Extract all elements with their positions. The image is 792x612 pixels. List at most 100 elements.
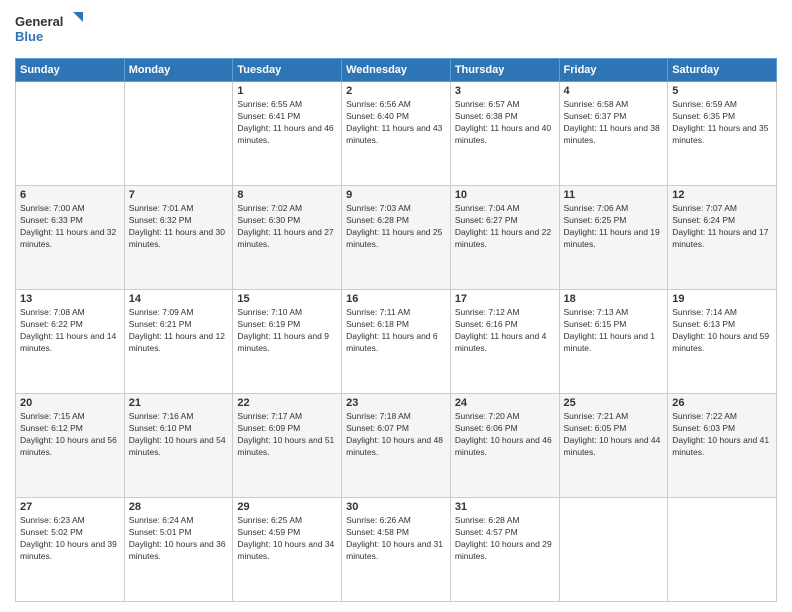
day-number: 11 bbox=[564, 189, 664, 201]
calendar-cell: 30Sunrise: 6:26 AM Sunset: 4:58 PM Dayli… bbox=[342, 498, 451, 602]
day-of-week-header: Wednesday bbox=[342, 59, 451, 82]
calendar-cell: 19 Sunrise: 7:14 AM Sunset: 6:13 PM Dayli… bbox=[668, 290, 777, 394]
day-of-week-header: Sunday bbox=[16, 59, 125, 82]
day-number: 28 bbox=[129, 501, 229, 513]
header: General Blue bbox=[15, 10, 777, 50]
day-number: 14 bbox=[129, 293, 229, 305]
day-of-week-header: Thursday bbox=[450, 59, 559, 82]
day-number: 7 bbox=[129, 189, 229, 201]
day-number: 9 bbox=[346, 189, 446, 201]
day-number: 13 bbox=[20, 293, 120, 305]
calendar-week-row: 6Sunrise: 7:00 AM Sunset: 6:33 PM Daylig… bbox=[16, 186, 777, 290]
day-info: Sunrise: 7:21 AM Sunset: 6:05 PM Dayligh… bbox=[564, 411, 664, 459]
calendar-cell: 27Sunrise: 6:23 AM Sunset: 5:02 PM Dayli… bbox=[16, 498, 125, 602]
day-number: 27 bbox=[20, 501, 120, 513]
day-number: 21 bbox=[129, 397, 229, 409]
day-info: Sunrise: 7:01 AM Sunset: 6:32 PM Dayligh… bbox=[129, 203, 229, 251]
calendar-table: SundayMondayTuesdayWednesdayThursdayFrid… bbox=[15, 58, 777, 602]
calendar-cell bbox=[124, 82, 233, 186]
day-info: Sunrise: 6:58 AM Sunset: 6:37 PM Dayligh… bbox=[564, 99, 664, 147]
day-number: 30 bbox=[346, 501, 446, 513]
day-info: Sunrise: 6:28 AM Sunset: 4:57 PM Dayligh… bbox=[455, 515, 555, 563]
day-info: Sunrise: 7:12 AM Sunset: 6:16 PM Dayligh… bbox=[455, 307, 555, 355]
day-number: 6 bbox=[20, 189, 120, 201]
day-number: 5 bbox=[672, 85, 772, 97]
svg-text:Blue: Blue bbox=[15, 29, 43, 44]
day-info: Sunrise: 7:22 AM Sunset: 6:03 PM Dayligh… bbox=[672, 411, 772, 459]
day-info: Sunrise: 6:25 AM Sunset: 4:59 PM Dayligh… bbox=[237, 515, 337, 563]
calendar-cell: 8Sunrise: 7:02 AM Sunset: 6:30 PM Daylig… bbox=[233, 186, 342, 290]
day-number: 26 bbox=[672, 397, 772, 409]
calendar-cell: 17 Sunrise: 7:12 AM Sunset: 6:16 PM Dayli… bbox=[450, 290, 559, 394]
calendar-cell: 5Sunrise: 6:59 AM Sunset: 6:35 PM Daylig… bbox=[668, 82, 777, 186]
day-info: Sunrise: 7:02 AM Sunset: 6:30 PM Dayligh… bbox=[237, 203, 337, 251]
day-number: 17 bbox=[455, 293, 555, 305]
calendar-cell: 20Sunrise: 7:15 AM Sunset: 6:12 PM Dayli… bbox=[16, 394, 125, 498]
day-number: 29 bbox=[237, 501, 337, 513]
calendar-cell: 21 Sunrise: 7:16 AM Sunset: 6:10 PM Dayli… bbox=[124, 394, 233, 498]
day-number: 2 bbox=[346, 85, 446, 97]
day-number: 15 bbox=[237, 293, 337, 305]
calendar-cell: 9Sunrise: 7:03 AM Sunset: 6:28 PM Daylig… bbox=[342, 186, 451, 290]
day-info: Sunrise: 7:17 AM Sunset: 6:09 PM Dayligh… bbox=[237, 411, 337, 459]
calendar-cell: 31 Sunrise: 6:28 AM Sunset: 4:57 PM Dayli… bbox=[450, 498, 559, 602]
day-number: 19 bbox=[672, 293, 772, 305]
logo: General Blue bbox=[15, 10, 85, 50]
day-info: Sunrise: 7:10 AM Sunset: 6:19 PM Dayligh… bbox=[237, 307, 337, 355]
day-number: 22 bbox=[237, 397, 337, 409]
calendar-header-row: SundayMondayTuesdayWednesdayThursdayFrid… bbox=[16, 59, 777, 82]
calendar-week-row: 1Sunrise: 6:55 AM Sunset: 6:41 PM Daylig… bbox=[16, 82, 777, 186]
day-info: Sunrise: 7:14 AM Sunset: 6:13 PM Dayligh… bbox=[672, 307, 772, 355]
calendar-cell: 13 Sunrise: 7:08 AM Sunset: 6:22 PM Dayli… bbox=[16, 290, 125, 394]
calendar-week-row: 20Sunrise: 7:15 AM Sunset: 6:12 PM Dayli… bbox=[16, 394, 777, 498]
day-info: Sunrise: 6:24 AM Sunset: 5:01 PM Dayligh… bbox=[129, 515, 229, 563]
day-of-week-header: Tuesday bbox=[233, 59, 342, 82]
day-info: Sunrise: 7:09 AM Sunset: 6:21 PM Dayligh… bbox=[129, 307, 229, 355]
calendar-cell bbox=[559, 498, 668, 602]
calendar-cell: 18 Sunrise: 7:13 AM Sunset: 6:15 PM Dayli… bbox=[559, 290, 668, 394]
calendar-cell: 24 Sunrise: 7:20 AM Sunset: 6:06 PM Dayli… bbox=[450, 394, 559, 498]
calendar-cell bbox=[668, 498, 777, 602]
day-info: Sunrise: 7:08 AM Sunset: 6:22 PM Dayligh… bbox=[20, 307, 120, 355]
calendar-cell: 16Sunrise: 7:11 AM Sunset: 6:18 PM Dayli… bbox=[342, 290, 451, 394]
calendar-week-row: 13 Sunrise: 7:08 AM Sunset: 6:22 PM Dayli… bbox=[16, 290, 777, 394]
day-of-week-header: Saturday bbox=[668, 59, 777, 82]
calendar-cell: 12 Sunrise: 7:07 AM Sunset: 6:24 PM Dayli… bbox=[668, 186, 777, 290]
calendar-cell: 6Sunrise: 7:00 AM Sunset: 6:33 PM Daylig… bbox=[16, 186, 125, 290]
calendar-cell: 3 Sunrise: 6:57 AM Sunset: 6:38 PM Daylig… bbox=[450, 82, 559, 186]
day-number: 23 bbox=[346, 397, 446, 409]
calendar-cell: 7 Sunrise: 7:01 AM Sunset: 6:32 PM Daylig… bbox=[124, 186, 233, 290]
day-info: Sunrise: 7:20 AM Sunset: 6:06 PM Dayligh… bbox=[455, 411, 555, 459]
day-number: 25 bbox=[564, 397, 664, 409]
day-number: 18 bbox=[564, 293, 664, 305]
day-info: Sunrise: 7:16 AM Sunset: 6:10 PM Dayligh… bbox=[129, 411, 229, 459]
calendar-cell: 14 Sunrise: 7:09 AM Sunset: 6:21 PM Dayli… bbox=[124, 290, 233, 394]
day-number: 12 bbox=[672, 189, 772, 201]
calendar-cell: 15 Sunrise: 7:10 AM Sunset: 6:19 PM Dayli… bbox=[233, 290, 342, 394]
calendar-cell: 22 Sunrise: 7:17 AM Sunset: 6:09 PM Dayli… bbox=[233, 394, 342, 498]
calendar-cell: 28 Sunrise: 6:24 AM Sunset: 5:01 PM Dayli… bbox=[124, 498, 233, 602]
day-of-week-header: Friday bbox=[559, 59, 668, 82]
day-info: Sunrise: 7:13 AM Sunset: 6:15 PM Dayligh… bbox=[564, 307, 664, 355]
calendar-cell: 25 Sunrise: 7:21 AM Sunset: 6:05 PM Dayli… bbox=[559, 394, 668, 498]
calendar-cell: 1Sunrise: 6:55 AM Sunset: 6:41 PM Daylig… bbox=[233, 82, 342, 186]
day-info: Sunrise: 7:07 AM Sunset: 6:24 PM Dayligh… bbox=[672, 203, 772, 251]
day-number: 24 bbox=[455, 397, 555, 409]
day-number: 16 bbox=[346, 293, 446, 305]
day-info: Sunrise: 7:04 AM Sunset: 6:27 PM Dayligh… bbox=[455, 203, 555, 251]
day-number: 10 bbox=[455, 189, 555, 201]
day-info: Sunrise: 6:56 AM Sunset: 6:40 PM Dayligh… bbox=[346, 99, 446, 147]
calendar-cell bbox=[16, 82, 125, 186]
calendar-cell: 11 Sunrise: 7:06 AM Sunset: 6:25 PM Dayli… bbox=[559, 186, 668, 290]
calendar-cell: 10 Sunrise: 7:04 AM Sunset: 6:27 PM Dayli… bbox=[450, 186, 559, 290]
day-number: 3 bbox=[455, 85, 555, 97]
day-number: 20 bbox=[20, 397, 120, 409]
calendar-cell: 2 Sunrise: 6:56 AM Sunset: 6:40 PM Daylig… bbox=[342, 82, 451, 186]
day-of-week-header: Monday bbox=[124, 59, 233, 82]
calendar-cell: 23Sunrise: 7:18 AM Sunset: 6:07 PM Dayli… bbox=[342, 394, 451, 498]
day-number: 31 bbox=[455, 501, 555, 513]
day-number: 4 bbox=[564, 85, 664, 97]
day-info: Sunrise: 6:57 AM Sunset: 6:38 PM Dayligh… bbox=[455, 99, 555, 147]
day-info: Sunrise: 7:06 AM Sunset: 6:25 PM Dayligh… bbox=[564, 203, 664, 251]
day-number: 1 bbox=[237, 85, 337, 97]
